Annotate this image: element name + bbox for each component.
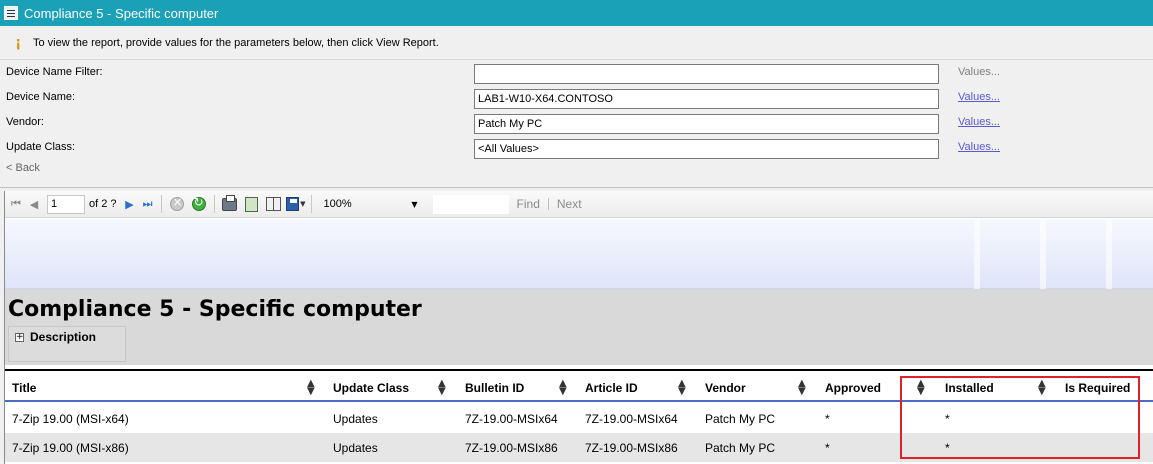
- param-label: Vendor:: [6, 116, 44, 128]
- chevron-down-icon: ▼: [411, 199, 418, 209]
- vendor-input[interactable]: [474, 114, 939, 134]
- find-button[interactable]: Find: [517, 197, 540, 211]
- column-header-title: Title: [12, 381, 37, 395]
- cell-update-class: Updates: [333, 441, 378, 455]
- info-message: To view the report, provide values for t…: [33, 36, 439, 49]
- toolbar-separator: [310, 195, 312, 213]
- next-page-icon[interactable]: ▶: [121, 195, 139, 213]
- column-header-approved: Approved: [825, 381, 882, 395]
- cell-bulletin-id: 7Z-19.00-MSIx86: [465, 441, 558, 455]
- vendor-values-link[interactable]: Values...: [958, 116, 1000, 128]
- description-section: + Description: [8, 326, 126, 362]
- column-header-is-required: Is Required: [1065, 381, 1131, 395]
- description-label: Description: [30, 330, 97, 344]
- back-link[interactable]: < Back: [6, 162, 40, 174]
- param-row-vendor: Vendor: Values...: [0, 111, 1153, 134]
- print-icon[interactable]: [220, 194, 240, 214]
- update-class-input[interactable]: [474, 139, 939, 159]
- banner-decoration: [914, 219, 1153, 289]
- sort-icon[interactable]: ▲ ▼: [798, 379, 806, 397]
- sort-icon[interactable]: ▲ ▼: [559, 379, 567, 397]
- cell-vendor: Patch My PC: [705, 412, 776, 426]
- device-name-input[interactable]: [474, 89, 939, 109]
- report-banner: [5, 219, 1153, 289]
- previous-page-icon[interactable]: ◀: [25, 195, 43, 213]
- param-row-device-name-filter: Device Name Filter: Values...: [0, 61, 1153, 84]
- cell-title: 7-Zip 19.00 (MSI-x86): [12, 441, 129, 455]
- window-title: Compliance 5 - Specific computer: [24, 5, 219, 21]
- report-icon: [4, 6, 18, 20]
- viewer-toolbar: ⏮ ◀ of 2 ? ▶ ⏭ ▼ 100% ▼ Find Next: [5, 191, 1153, 218]
- table-row: 7-Zip 19.00 (MSI-x86) Updates 7Z-19.00-M…: [5, 433, 1153, 462]
- zoom-value: 100%: [323, 198, 352, 210]
- header-divider: [5, 369, 1153, 371]
- find-next-button[interactable]: Next: [557, 197, 582, 211]
- sort-icon[interactable]: ▲ ▼: [678, 379, 686, 397]
- device-name-filter-values-link: Values...: [958, 66, 1000, 78]
- device-name-filter-input[interactable]: [474, 64, 939, 84]
- info-icon: ¡: [15, 34, 22, 51]
- stop-icon[interactable]: [167, 194, 187, 214]
- cell-vendor: Patch My PC: [705, 441, 776, 455]
- toolbar-separator: [213, 195, 215, 213]
- param-label: Device Name Filter:: [6, 66, 103, 78]
- param-label: Device Name:: [6, 91, 76, 103]
- page-number-input[interactable]: [47, 194, 85, 214]
- sort-icon[interactable]: ▲ ▼: [438, 379, 446, 397]
- cell-article-id: 7Z-19.00-MSIx86: [585, 441, 678, 455]
- export-icon[interactable]: ▼: [285, 194, 306, 214]
- device-name-values-link[interactable]: Values...: [958, 91, 1000, 103]
- column-header-vendor: Vendor: [705, 381, 746, 395]
- column-header-bulletin-id: Bulletin ID: [465, 381, 525, 395]
- window-title-bar: Compliance 5 - Specific computer: [0, 0, 1153, 26]
- cell-update-class: Updates: [333, 412, 378, 426]
- cell-bulletin-id: 7Z-19.00-MSIx64: [465, 412, 558, 426]
- toolbar-separator: [547, 198, 549, 210]
- update-class-values-link[interactable]: Values...: [958, 141, 1000, 153]
- report-title: Compliance 5 - Specific computer: [8, 297, 422, 322]
- cell-title: 7-Zip 19.00 (MSI-x64): [12, 412, 129, 426]
- sort-icon[interactable]: ▲ ▼: [307, 379, 315, 397]
- param-label: Update Class:: [6, 141, 76, 153]
- table-row: 7-Zip 19.00 (MSI-x64) Updates 7Z-19.00-M…: [5, 404, 1153, 433]
- print-layout-icon[interactable]: [242, 194, 262, 214]
- refresh-icon[interactable]: [189, 194, 209, 214]
- toolbar-separator: [160, 195, 162, 213]
- find-input[interactable]: [432, 194, 509, 214]
- table-header: Title ▲ ▼ Update Class ▲ ▼ Bulletin ID ▲ ▼ …: [5, 374, 1153, 402]
- cell-approved: *: [825, 412, 830, 426]
- cell-article-id: 7Z-19.00-MSIx64: [585, 412, 678, 426]
- page-setup-icon[interactable]: [264, 194, 284, 214]
- report-viewer: ⏮ ◀ of 2 ? ▶ ⏭ ▼ 100% ▼ Find Next Compli…: [4, 191, 1153, 464]
- cell-installed: *: [945, 412, 950, 426]
- info-bar: ¡ To view the report, provide values for…: [0, 26, 1153, 60]
- param-row-update-class: Update Class: Values...: [0, 136, 1153, 159]
- sort-icon[interactable]: ▲ ▼: [1038, 379, 1046, 397]
- param-row-device-name: Device Name: Values...: [0, 86, 1153, 109]
- cell-approved: *: [825, 441, 830, 455]
- first-page-icon[interactable]: ⏮: [7, 195, 25, 213]
- expand-icon[interactable]: +: [15, 333, 24, 342]
- page-count: of 2 ?: [89, 198, 117, 210]
- column-header-update-class: Update Class: [333, 381, 410, 395]
- column-header-article-id: Article ID: [585, 381, 638, 395]
- zoom-select[interactable]: 100% ▼: [319, 195, 423, 214]
- parameters-panel: Device Name Filter: Values... Device Nam…: [0, 61, 1153, 185]
- cell-installed: *: [945, 441, 950, 455]
- last-page-icon[interactable]: ⏭: [139, 195, 157, 213]
- column-header-installed: Installed: [945, 381, 994, 395]
- report-header: Compliance 5 - Specific computer + Descr…: [5, 289, 1153, 365]
- sort-icon[interactable]: ▲ ▼: [917, 379, 925, 397]
